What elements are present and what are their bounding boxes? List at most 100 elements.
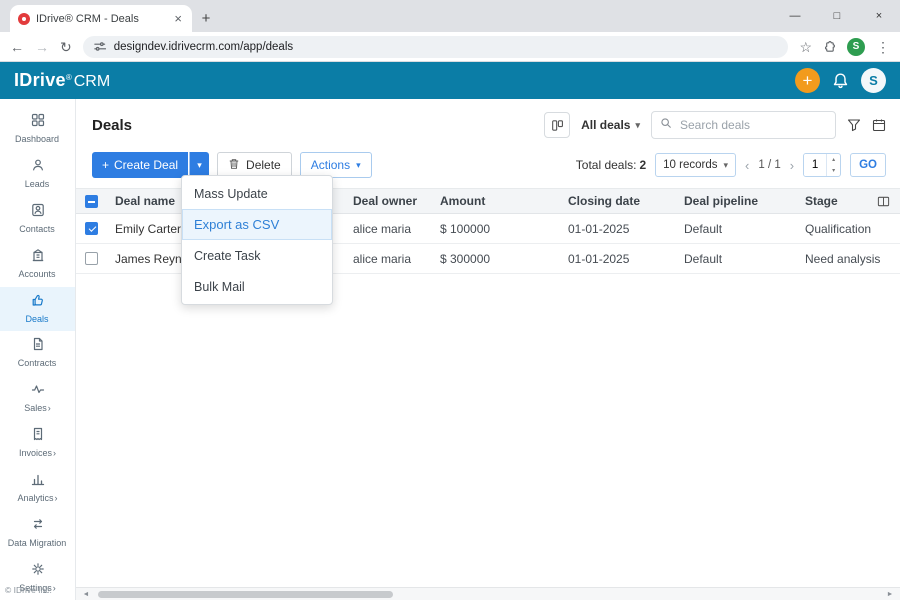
- kanban-view-icon[interactable]: [544, 112, 571, 138]
- go-button[interactable]: GO: [850, 153, 886, 177]
- page-indicator: 1 / 1: [758, 159, 781, 171]
- expand-icon: ›: [47, 403, 51, 414]
- col-header-deal-owner[interactable]: Deal owner: [353, 194, 440, 208]
- address-bar[interactable]: designdev.idrivecrm.com/app/deals: [82, 35, 789, 58]
- minimize-button[interactable]: —: [774, 0, 816, 32]
- cell-deal-pipeline: Default: [684, 251, 723, 266]
- url-text: designdev.idrivecrm.com/app/deals: [113, 40, 294, 53]
- sidebar-item-invoices[interactable]: Invoices ›: [0, 421, 75, 466]
- browser-profile-avatar[interactable]: S: [847, 37, 865, 56]
- back-icon[interactable]: ←: [10, 40, 24, 54]
- col-header-amount[interactable]: Amount: [440, 194, 568, 208]
- filter-funnel-icon[interactable]: [847, 118, 861, 132]
- settings-gear-icon: [31, 562, 45, 581]
- col-header-closing-date[interactable]: Closing date: [568, 194, 684, 208]
- select-all-checkbox[interactable]: [85, 194, 98, 208]
- cell-amount: $ 300000: [440, 251, 491, 266]
- sidebar-label: Sales: [24, 403, 47, 414]
- sidebar-item-leads[interactable]: Leads: [0, 152, 75, 197]
- total-deals-label: Total deals:: [575, 158, 637, 172]
- chevron-down-icon: ▾: [723, 159, 729, 170]
- page-number-stepper[interactable]: ▴ ▾: [803, 153, 842, 177]
- sidebar: Dashboard Leads Contacts Accounts Deals …: [0, 99, 76, 600]
- create-deal-label: Create Deal: [114, 158, 179, 172]
- create-deal-button[interactable]: + Create Deal: [92, 152, 189, 178]
- notifications-bell-icon[interactable]: [832, 72, 849, 89]
- page-number-input[interactable]: [804, 154, 827, 176]
- cell-closing-date: 01-01-2025: [568, 251, 630, 266]
- scroll-left-icon[interactable]: ◄: [78, 588, 94, 600]
- search-box[interactable]: [651, 111, 837, 139]
- sales-icon: [31, 382, 45, 401]
- sidebar-item-data-migration[interactable]: Data Migration: [0, 511, 75, 556]
- browser-window: IDrive® CRM - Deals × + — □ × ← → ↻ desi…: [0, 0, 900, 600]
- menu-item-mass-update[interactable]: Mass Update: [182, 178, 332, 209]
- sidebar-item-dashboard[interactable]: Dashboard: [0, 107, 75, 152]
- deals-icon: [31, 293, 45, 312]
- row-checkbox[interactable]: [85, 222, 98, 235]
- sidebar-item-sales[interactable]: Sales ›: [0, 376, 75, 421]
- view-filter-dropdown[interactable]: All deals ▾: [581, 118, 640, 132]
- tab-title: IDrive® CRM - Deals: [36, 12, 139, 25]
- stepper-up-icon[interactable]: ▴: [827, 154, 840, 165]
- new-tab-button[interactable]: +: [192, 5, 220, 32]
- contracts-icon: [31, 337, 45, 356]
- chevron-down-icon: ▾: [356, 159, 361, 170]
- delete-label: Delete: [246, 158, 281, 172]
- logo-crm-text: CRM: [73, 73, 111, 90]
- close-button[interactable]: ×: [858, 0, 900, 32]
- logo-reg-mark: ®: [65, 73, 72, 82]
- trash-icon: [228, 158, 240, 173]
- scroll-right-icon[interactable]: ►: [882, 588, 898, 600]
- tab-close-icon[interactable]: ×: [172, 11, 184, 26]
- records-per-page-dropdown[interactable]: 10 records ▾: [655, 153, 737, 177]
- sidebar-label: Contracts: [17, 358, 57, 369]
- browser-tabstrip: IDrive® CRM - Deals × + — □ ×: [0, 0, 900, 32]
- stepper-down-icon[interactable]: ▾: [827, 165, 840, 176]
- reload-icon[interactable]: ↻: [60, 40, 72, 54]
- next-page-icon[interactable]: ›: [790, 158, 794, 173]
- scrollbar-thumb[interactable]: [98, 591, 393, 598]
- forward-icon[interactable]: →: [35, 40, 49, 54]
- sidebar-label: Invoices: [18, 448, 53, 459]
- dashboard-icon: [31, 113, 45, 132]
- column-picker-icon[interactable]: [877, 195, 890, 211]
- menu-item-create-task[interactable]: Create Task: [182, 240, 332, 271]
- row-checkbox[interactable]: [85, 252, 98, 265]
- sidebar-label: Data Migration: [7, 538, 67, 549]
- horizontal-scrollbar[interactable]: ◄ ►: [76, 587, 900, 600]
- quick-add-button[interactable]: +: [795, 68, 820, 93]
- cell-stage: Qualification: [805, 221, 872, 236]
- menu-item-bulk-mail[interactable]: Bulk Mail: [182, 271, 332, 302]
- chevron-down-icon: ▾: [635, 119, 640, 130]
- cell-deal-pipeline: Default: [684, 221, 723, 236]
- prev-page-icon[interactable]: ‹: [745, 158, 749, 173]
- search-input[interactable]: [678, 117, 837, 133]
- total-deals-value: 2: [639, 158, 647, 172]
- expand-icon: ›: [52, 582, 56, 593]
- browser-menu-icon[interactable]: ⋮: [876, 40, 890, 54]
- leads-icon: [31, 158, 45, 177]
- invoices-icon: [31, 427, 45, 446]
- site-info-icon[interactable]: [93, 40, 106, 53]
- bookmark-star-icon[interactable]: ☆: [799, 40, 812, 54]
- col-header-deal-pipeline[interactable]: Deal pipeline: [684, 194, 805, 208]
- plus-icon: +: [102, 158, 110, 172]
- pagination-controls: Total deals:2 10 records ▾ ‹ 1 / 1 › ▴ ▾…: [576, 153, 886, 177]
- sidebar-item-accounts[interactable]: Accounts: [0, 242, 75, 287]
- stepper-arrows: ▴ ▾: [826, 154, 840, 176]
- sidebar-item-contacts[interactable]: Contacts: [0, 197, 75, 242]
- sidebar-item-contracts[interactable]: Contracts: [0, 331, 75, 376]
- sidebar-item-analytics[interactable]: Analytics ›: [0, 466, 75, 511]
- menu-item-export-as-csv[interactable]: Export as CSV: [182, 209, 332, 240]
- user-avatar[interactable]: S: [861, 68, 886, 93]
- cell-deal-owner: alice maria: [353, 251, 412, 266]
- browser-tab[interactable]: IDrive® CRM - Deals ×: [10, 5, 192, 32]
- extensions-puzzle-icon[interactable]: [823, 40, 836, 53]
- sidebar-item-deals[interactable]: Deals: [0, 286, 75, 332]
- copyright-text: © IDrive Inc.: [5, 585, 52, 595]
- view-filter-label: All deals: [581, 118, 631, 132]
- calendar-icon[interactable]: [872, 118, 886, 132]
- accounts-icon: [31, 248, 45, 267]
- maximize-button[interactable]: □: [816, 0, 858, 32]
